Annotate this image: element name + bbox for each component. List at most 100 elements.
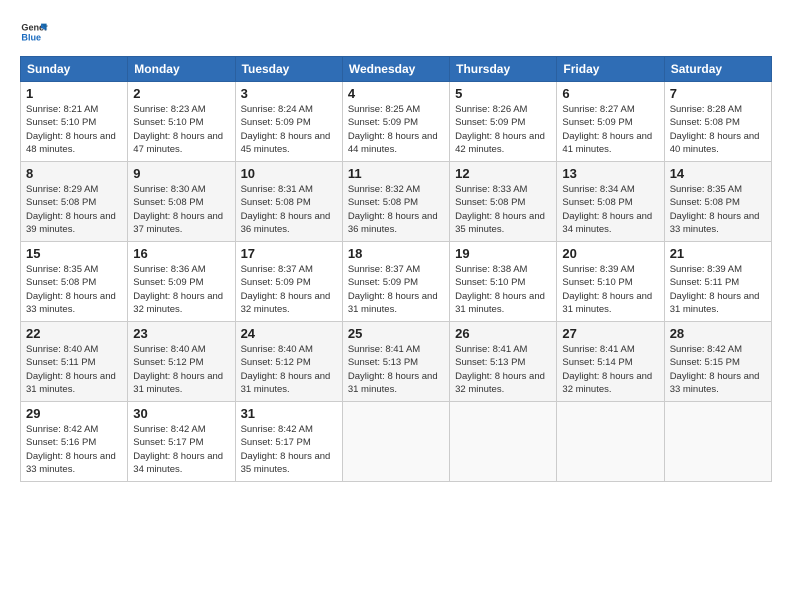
day-info: Sunrise: 8:39 AM Sunset: 5:11 PM Dayligh… <box>670 263 766 316</box>
calendar-week-row: 22 Sunrise: 8:40 AM Sunset: 5:11 PM Dayli… <box>21 322 772 402</box>
day-number: 31 <box>241 406 337 421</box>
calendar-cell: 15 Sunrise: 8:35 AM Sunset: 5:08 PM Dayli… <box>21 242 128 322</box>
day-of-week-header: Thursday <box>450 57 557 82</box>
logo: General Blue <box>20 18 48 46</box>
day-info: Sunrise: 8:24 AM Sunset: 5:09 PM Dayligh… <box>241 103 337 156</box>
day-info: Sunrise: 8:23 AM Sunset: 5:10 PM Dayligh… <box>133 103 229 156</box>
calendar-week-row: 29Sunrise: 8:42 AM Sunset: 5:16 PM Dayli… <box>21 402 772 482</box>
calendar-cell: 10Sunrise: 8:31 AM Sunset: 5:08 PM Dayli… <box>235 162 342 242</box>
day-info: Sunrise: 8:25 AM Sunset: 5:09 PM Dayligh… <box>348 103 444 156</box>
day-of-week-header: Monday <box>128 57 235 82</box>
calendar-cell: 4 Sunrise: 8:25 AM Sunset: 5:09 PM Daylig… <box>342 82 449 162</box>
day-number: 3 <box>241 86 337 101</box>
calendar-cell: 5 Sunrise: 8:26 AM Sunset: 5:09 PM Daylig… <box>450 82 557 162</box>
calendar-cell: 23 Sunrise: 8:40 AM Sunset: 5:12 PM Dayli… <box>128 322 235 402</box>
day-info: Sunrise: 8:40 AM Sunset: 5:11 PM Dayligh… <box>26 343 122 396</box>
calendar-cell: 1 Sunrise: 8:21 AM Sunset: 5:10 PM Daylig… <box>21 82 128 162</box>
day-info: Sunrise: 8:32 AM Sunset: 5:08 PM Dayligh… <box>348 183 444 236</box>
day-info: Sunrise: 8:33 AM Sunset: 5:08 PM Dayligh… <box>455 183 551 236</box>
day-info: Sunrise: 8:38 AM Sunset: 5:10 PM Dayligh… <box>455 263 551 316</box>
day-number: 10 <box>241 166 337 181</box>
calendar-cell: 26Sunrise: 8:41 AM Sunset: 5:13 PM Dayli… <box>450 322 557 402</box>
calendar-cell: 27 Sunrise: 8:41 AM Sunset: 5:14 PM Dayli… <box>557 322 664 402</box>
calendar-body: 1 Sunrise: 8:21 AM Sunset: 5:10 PM Daylig… <box>21 82 772 482</box>
day-number: 26 <box>455 326 551 341</box>
calendar-cell: 30Sunrise: 8:42 AM Sunset: 5:17 PM Dayli… <box>128 402 235 482</box>
calendar-cell: 28 Sunrise: 8:42 AM Sunset: 5:15 PM Dayli… <box>664 322 771 402</box>
day-of-week-header: Wednesday <box>342 57 449 82</box>
calendar-week-row: 8 Sunrise: 8:29 AM Sunset: 5:08 PM Daylig… <box>21 162 772 242</box>
calendar-cell: 29Sunrise: 8:42 AM Sunset: 5:16 PM Dayli… <box>21 402 128 482</box>
day-number: 13 <box>562 166 658 181</box>
days-of-week-row: SundayMondayTuesdayWednesdayThursdayFrid… <box>21 57 772 82</box>
day-of-week-header: Friday <box>557 57 664 82</box>
day-number: 17 <box>241 246 337 261</box>
day-number: 2 <box>133 86 229 101</box>
day-number: 14 <box>670 166 766 181</box>
day-number: 16 <box>133 246 229 261</box>
day-info: Sunrise: 8:21 AM Sunset: 5:10 PM Dayligh… <box>26 103 122 156</box>
calendar-cell: 7Sunrise: 8:28 AM Sunset: 5:08 PM Daylig… <box>664 82 771 162</box>
day-info: Sunrise: 8:42 AM Sunset: 5:15 PM Dayligh… <box>670 343 766 396</box>
day-number: 18 <box>348 246 444 261</box>
day-number: 6 <box>562 86 658 101</box>
svg-text:Blue: Blue <box>21 32 41 42</box>
calendar-cell: 18 Sunrise: 8:37 AM Sunset: 5:09 PM Dayli… <box>342 242 449 322</box>
day-info: Sunrise: 8:42 AM Sunset: 5:17 PM Dayligh… <box>133 423 229 476</box>
day-info: Sunrise: 8:37 AM Sunset: 5:09 PM Dayligh… <box>348 263 444 316</box>
day-info: Sunrise: 8:39 AM Sunset: 5:10 PM Dayligh… <box>562 263 658 316</box>
day-info: Sunrise: 8:40 AM Sunset: 5:12 PM Dayligh… <box>241 343 337 396</box>
day-info: Sunrise: 8:30 AM Sunset: 5:08 PM Dayligh… <box>133 183 229 236</box>
day-info: Sunrise: 8:37 AM Sunset: 5:09 PM Dayligh… <box>241 263 337 316</box>
day-info: Sunrise: 8:29 AM Sunset: 5:08 PM Dayligh… <box>26 183 122 236</box>
page-header: General Blue <box>20 18 772 46</box>
day-number: 7 <box>670 86 766 101</box>
day-info: Sunrise: 8:26 AM Sunset: 5:09 PM Dayligh… <box>455 103 551 156</box>
calendar-cell: 8 Sunrise: 8:29 AM Sunset: 5:08 PM Daylig… <box>21 162 128 242</box>
day-info: Sunrise: 8:36 AM Sunset: 5:09 PM Dayligh… <box>133 263 229 316</box>
calendar-cell: 3 Sunrise: 8:24 AM Sunset: 5:09 PM Daylig… <box>235 82 342 162</box>
day-number: 8 <box>26 166 122 181</box>
day-number: 12 <box>455 166 551 181</box>
day-info: Sunrise: 8:35 AM Sunset: 5:08 PM Dayligh… <box>26 263 122 316</box>
day-number: 27 <box>562 326 658 341</box>
calendar-cell: 17 Sunrise: 8:37 AM Sunset: 5:09 PM Dayli… <box>235 242 342 322</box>
calendar-cell: 25Sunrise: 8:41 AM Sunset: 5:13 PM Dayli… <box>342 322 449 402</box>
day-number: 5 <box>455 86 551 101</box>
day-number: 23 <box>133 326 229 341</box>
day-number: 29 <box>26 406 122 421</box>
calendar-cell: 13 Sunrise: 8:34 AM Sunset: 5:08 PM Dayli… <box>557 162 664 242</box>
day-number: 1 <box>26 86 122 101</box>
calendar-cell: 16 Sunrise: 8:36 AM Sunset: 5:09 PM Dayli… <box>128 242 235 322</box>
calendar-cell: 24Sunrise: 8:40 AM Sunset: 5:12 PM Dayli… <box>235 322 342 402</box>
calendar-cell: 11 Sunrise: 8:32 AM Sunset: 5:08 PM Dayli… <box>342 162 449 242</box>
day-number: 19 <box>455 246 551 261</box>
day-number: 25 <box>348 326 444 341</box>
day-number: 4 <box>348 86 444 101</box>
calendar-table: SundayMondayTuesdayWednesdayThursdayFrid… <box>20 56 772 482</box>
calendar-cell <box>664 402 771 482</box>
day-number: 21 <box>670 246 766 261</box>
calendar-cell: 31 Sunrise: 8:42 AM Sunset: 5:17 PM Dayli… <box>235 402 342 482</box>
day-number: 11 <box>348 166 444 181</box>
day-of-week-header: Saturday <box>664 57 771 82</box>
day-number: 28 <box>670 326 766 341</box>
calendar-cell: 22 Sunrise: 8:40 AM Sunset: 5:11 PM Dayli… <box>21 322 128 402</box>
day-number: 22 <box>26 326 122 341</box>
day-number: 9 <box>133 166 229 181</box>
day-info: Sunrise: 8:42 AM Sunset: 5:17 PM Dayligh… <box>241 423 337 476</box>
day-info: Sunrise: 8:40 AM Sunset: 5:12 PM Dayligh… <box>133 343 229 396</box>
day-info: Sunrise: 8:34 AM Sunset: 5:08 PM Dayligh… <box>562 183 658 236</box>
calendar-cell: 19 Sunrise: 8:38 AM Sunset: 5:10 PM Dayli… <box>450 242 557 322</box>
calendar-cell: 2 Sunrise: 8:23 AM Sunset: 5:10 PM Daylig… <box>128 82 235 162</box>
calendar-week-row: 15 Sunrise: 8:35 AM Sunset: 5:08 PM Dayli… <box>21 242 772 322</box>
day-number: 15 <box>26 246 122 261</box>
day-of-week-header: Sunday <box>21 57 128 82</box>
day-number: 20 <box>562 246 658 261</box>
day-info: Sunrise: 8:35 AM Sunset: 5:08 PM Dayligh… <box>670 183 766 236</box>
calendar-cell <box>342 402 449 482</box>
calendar-cell <box>450 402 557 482</box>
day-info: Sunrise: 8:27 AM Sunset: 5:09 PM Dayligh… <box>562 103 658 156</box>
calendar-week-row: 1 Sunrise: 8:21 AM Sunset: 5:10 PM Daylig… <box>21 82 772 162</box>
day-info: Sunrise: 8:41 AM Sunset: 5:14 PM Dayligh… <box>562 343 658 396</box>
